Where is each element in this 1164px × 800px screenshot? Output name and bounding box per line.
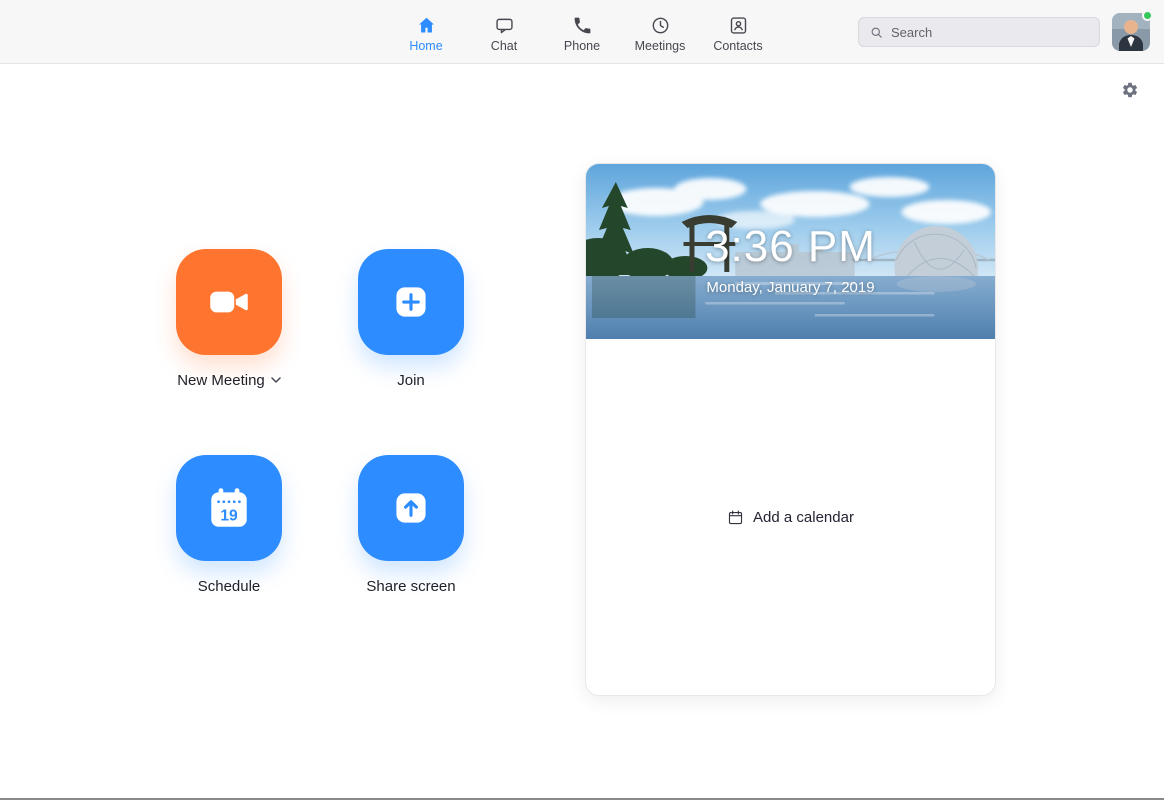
clock-time: 3:36 PM [705, 222, 876, 272]
chat-bubble-icon [494, 15, 515, 36]
share-screen-button[interactable] [358, 455, 464, 561]
new-meeting-label-text: New Meeting [177, 372, 265, 389]
schedule-button[interactable]: 19 [176, 455, 282, 561]
home-panel-card: 3:36 PM Monday, January 7, 2019 Add a ca… [585, 163, 996, 696]
tab-meetings[interactable]: Meetings [621, 10, 699, 53]
search-input[interactable] [891, 25, 1089, 40]
settings-button[interactable] [1120, 81, 1140, 101]
plus-icon [386, 277, 436, 327]
calendar-day-number: 19 [220, 508, 238, 525]
calendar-outline-icon [727, 509, 744, 526]
tab-home-label: Home [409, 40, 442, 53]
card-body: Add a calendar [586, 339, 995, 695]
main-tabs: Home Chat Phone Meetings [387, 0, 777, 63]
share-screen-label-text: Share screen [366, 578, 455, 595]
top-navigation-bar: Home Chat Phone Meetings [0, 0, 1164, 64]
contact-card-icon [728, 15, 749, 36]
action-share-screen: Share screen [358, 455, 464, 595]
add-calendar-button[interactable]: Add a calendar [727, 509, 854, 526]
tab-meetings-label: Meetings [635, 40, 686, 53]
search-box[interactable] [858, 17, 1100, 47]
action-join: Join [358, 249, 464, 389]
join-label-text: Join [397, 372, 425, 389]
tab-phone-label: Phone [564, 40, 600, 53]
tab-contacts-label: Contacts [713, 40, 762, 53]
time-banner: 3:36 PM Monday, January 7, 2019 [586, 164, 995, 339]
action-new-meeting: New Meeting [176, 249, 282, 389]
tab-phone[interactable]: Phone [543, 10, 621, 53]
gear-icon [1121, 81, 1139, 99]
new-meeting-button[interactable] [176, 249, 282, 355]
home-icon [416, 15, 437, 36]
tab-chat-label: Chat [491, 40, 517, 53]
share-screen-label: Share screen [358, 578, 464, 595]
action-schedule: 19 Schedule [176, 455, 282, 595]
new-meeting-label: New Meeting [176, 372, 282, 389]
schedule-label: Schedule [176, 578, 282, 595]
phone-icon [572, 15, 593, 36]
online-status-dot [1142, 10, 1153, 21]
tab-contacts[interactable]: Contacts [699, 10, 777, 53]
chevron-down-icon[interactable] [271, 377, 281, 384]
arrow-up-icon [386, 483, 436, 533]
clock-overlay: 3:36 PM Monday, January 7, 2019 [586, 164, 995, 339]
clock-icon [650, 15, 671, 36]
tab-home[interactable]: Home [387, 10, 465, 53]
join-label: Join [358, 372, 464, 389]
tab-chat[interactable]: Chat [465, 10, 543, 53]
video-camera-icon [204, 277, 254, 327]
clock-date: Monday, January 7, 2019 [706, 279, 874, 296]
join-button[interactable] [358, 249, 464, 355]
schedule-label-text: Schedule [198, 578, 261, 595]
add-calendar-label: Add a calendar [753, 509, 854, 526]
calendar-icon: 19 [204, 483, 254, 533]
search-icon [869, 25, 884, 40]
